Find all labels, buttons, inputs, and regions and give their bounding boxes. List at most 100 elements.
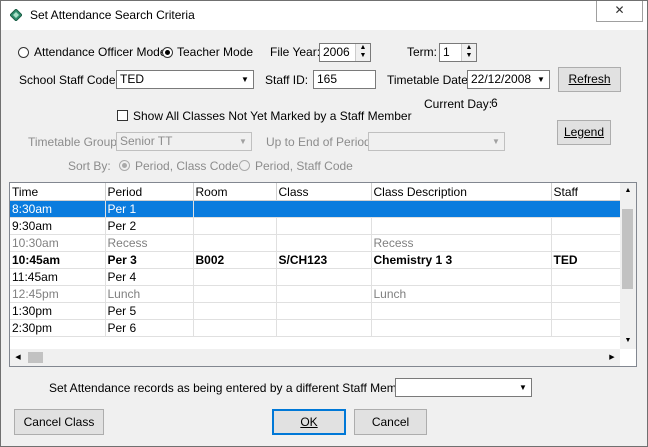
staff-code-label: School Staff Code: — [19, 73, 119, 87]
ok-button[interactable]: OK — [272, 409, 346, 435]
table-row[interactable]: 10:30am Recess Recess — [10, 234, 623, 252]
different-staff-select[interactable]: ▼ — [395, 378, 532, 397]
chevron-down-icon: ▼ — [239, 137, 247, 146]
cell-period: Per 5 — [105, 302, 194, 320]
cell-class-description — [371, 302, 552, 320]
cell-staff — [551, 302, 623, 320]
horizontal-scrollbar[interactable]: ◀ ▶ — [10, 349, 620, 366]
teacher-mode-radio[interactable] — [162, 47, 173, 58]
scroll-thumb[interactable] — [622, 209, 633, 289]
table-row[interactable]: 12:45pm Lunch Lunch — [10, 285, 623, 303]
term-spin-icon[interactable]: ▲ ▼ — [461, 44, 476, 61]
current-day-value: 6 — [491, 96, 498, 110]
table-row[interactable]: 11:45am Per 4 — [10, 268, 623, 286]
cell-class — [276, 200, 372, 218]
column-header-period[interactable]: Period — [105, 183, 194, 201]
file-year-label: File Year: — [270, 45, 321, 59]
timetable-date-label: Timetable Date: — [387, 73, 472, 87]
sort-by-label: Sort By: — [68, 159, 111, 173]
window-title: Set Attendance Search Criteria — [30, 8, 195, 22]
cell-time: 8:30am — [10, 200, 106, 218]
cell-room — [193, 268, 277, 286]
cell-room — [193, 234, 277, 252]
staff-code-value: TED — [120, 72, 144, 86]
cell-class-description — [371, 217, 552, 235]
column-header-staff[interactable]: Staff — [551, 183, 623, 201]
cell-time: 12:45pm — [10, 285, 106, 303]
chevron-down-icon: ▼ — [492, 137, 500, 146]
refresh-button[interactable]: Refresh — [558, 67, 621, 92]
scroll-up-icon[interactable]: ▲ — [620, 183, 636, 199]
cancel-class-button[interactable]: Cancel Class — [14, 409, 104, 435]
cell-class — [276, 268, 372, 286]
vertical-scrollbar[interactable]: ▲ ▼ — [620, 183, 636, 349]
table-row[interactable]: 1:30pm Per 5 — [10, 302, 623, 320]
scroll-down-icon[interactable]: ▼ — [620, 333, 636, 349]
cell-time: 11:45am — [10, 268, 106, 286]
sort-period-class-radio[interactable] — [119, 160, 130, 171]
cell-time: 2:30pm — [10, 319, 106, 337]
officer-mode-radio[interactable] — [18, 47, 29, 58]
column-header-class[interactable]: Class — [276, 183, 372, 201]
chevron-down-icon: ▼ — [519, 383, 527, 392]
up-to-period-select[interactable]: ▼ — [368, 132, 505, 151]
cell-staff — [551, 268, 623, 286]
chevron-down-icon: ▼ — [537, 75, 545, 84]
sort-period-staff-radio[interactable] — [239, 160, 250, 171]
table-row[interactable]: 2:30pm Per 6 — [10, 319, 623, 337]
timetable-group-value: Senior TT — [120, 134, 173, 148]
close-button[interactable]: ✕ — [596, 1, 643, 22]
app-icon — [10, 9, 22, 21]
staff-id-field[interactable]: 165 — [313, 70, 376, 89]
cell-period: Per 4 — [105, 268, 194, 286]
table-row[interactable]: 10:45am Per 3 B002 S/CH123 Chemistry 1 3 TED — [10, 251, 623, 269]
classes-table: Time Period Room Class Class Description… — [10, 183, 623, 337]
cell-period: Per 3 — [105, 251, 194, 269]
column-header-time[interactable]: Time — [10, 183, 106, 201]
scroll-right-icon[interactable]: ▶ — [604, 349, 620, 366]
legend-label: Legend — [563, 125, 605, 139]
cell-class: S/CH123 — [276, 251, 372, 269]
cell-staff: TED — [551, 251, 623, 269]
cell-room: B002 — [193, 251, 277, 269]
cell-time: 10:45am — [10, 251, 106, 269]
cell-room — [193, 319, 277, 337]
cell-period: Recess — [105, 234, 194, 252]
staff-id-label: Staff ID: — [265, 73, 309, 87]
cell-class — [276, 234, 372, 252]
cell-period: Per 1 — [105, 200, 194, 218]
cell-period: Per 6 — [105, 319, 194, 337]
column-header-class-description[interactable]: Class Description — [371, 183, 552, 201]
sort-period-staff-label: Period, Staff Code — [255, 159, 353, 173]
cancel-button[interactable]: Cancel — [354, 409, 427, 435]
cell-period: Lunch — [105, 285, 194, 303]
hscroll-thumb[interactable] — [28, 352, 43, 363]
officer-mode-label: Attendance Officer Mode — [34, 45, 167, 59]
term-label: Term: — [407, 45, 437, 59]
file-year-spin-icon[interactable]: ▲ ▼ — [355, 44, 370, 61]
file-year-stepper[interactable]: 2006 ▲ ▼ — [319, 43, 371, 62]
ok-label: OK — [300, 415, 318, 429]
cell-staff — [551, 285, 623, 303]
cell-staff — [551, 234, 623, 252]
timetable-date-picker[interactable]: 22/12/2008 ▼ — [467, 70, 550, 89]
show-all-checkbox[interactable] — [117, 110, 128, 121]
cell-class-description — [371, 200, 552, 218]
cell-class — [276, 285, 372, 303]
file-year-value: 2006 — [323, 45, 350, 59]
staff-code-select[interactable]: TED ▼ — [116, 70, 254, 89]
term-stepper[interactable]: 1 ▲ ▼ — [439, 43, 477, 62]
scroll-left-icon[interactable]: ◀ — [10, 349, 26, 366]
cell-room — [193, 285, 277, 303]
cell-class-description: Lunch — [371, 285, 552, 303]
classes-grid: Time Period Room Class Class Description… — [9, 182, 637, 367]
table-row[interactable]: 9:30am Per 2 — [10, 217, 623, 235]
timetable-group-label: Timetable Group: — [28, 135, 121, 149]
cell-class-description — [371, 319, 552, 337]
cell-class-description — [371, 268, 552, 286]
table-row[interactable]: 8:30am Per 1 — [10, 200, 623, 218]
cell-class — [276, 319, 372, 337]
legend-button[interactable]: Legend — [557, 120, 611, 145]
timetable-group-select[interactable]: Senior TT ▼ — [116, 132, 252, 151]
column-header-room[interactable]: Room — [193, 183, 277, 201]
